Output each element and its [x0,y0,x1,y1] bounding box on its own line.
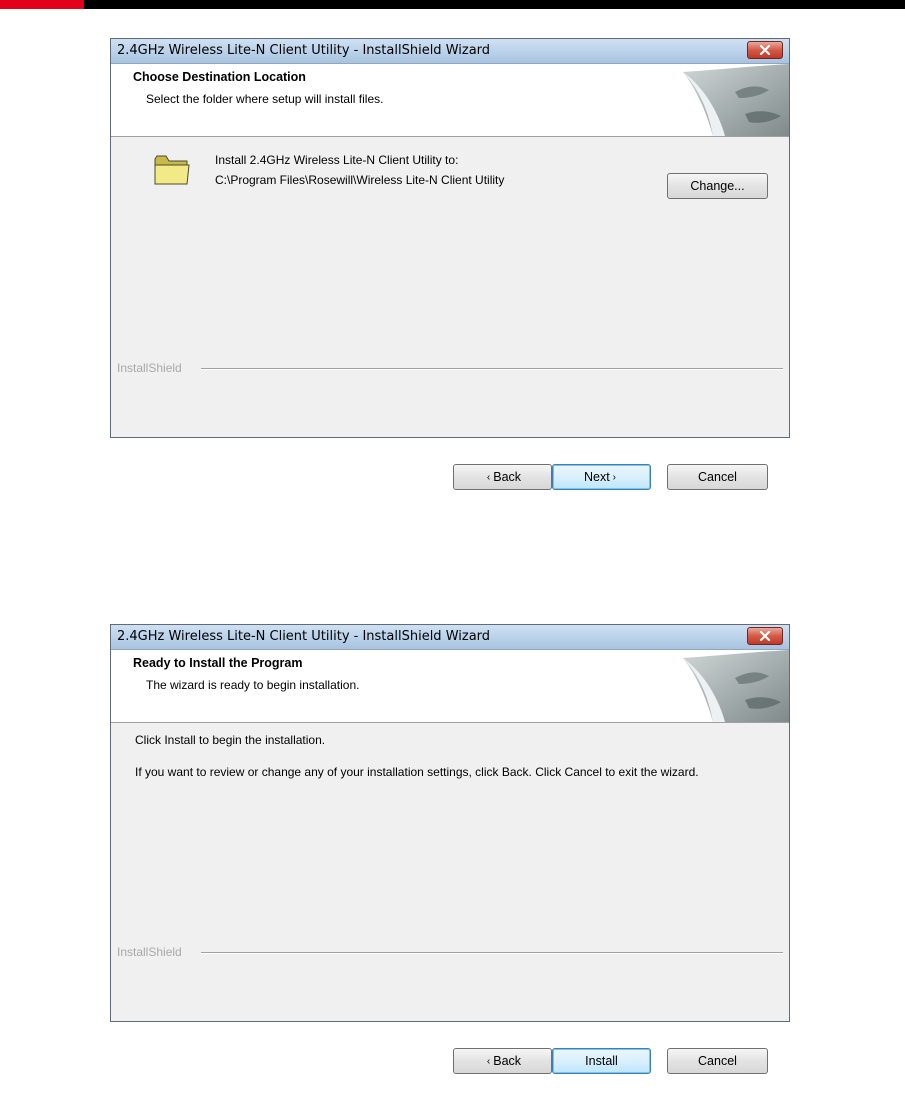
page-subheading: The wizard is ready to begin installatio… [146,678,360,692]
page-heading: Ready to Install the Program [133,656,303,670]
title-bar[interactable]: 2.4GHz Wireless Lite-N Client Utility - … [111,39,789,64]
change-button[interactable]: Change... [667,173,768,199]
cancel-button-label: Cancel [698,470,737,484]
back-button-label: Back [493,1054,522,1068]
header-accent [0,0,84,9]
page-header-band [0,0,905,9]
page-heading: Choose Destination Location [133,70,306,84]
cancel-button[interactable]: Cancel [667,464,768,490]
page-subheading: Select the folder where setup will insta… [146,92,384,106]
wizard-body: Install 2.4GHz Wireless Lite-N Client Ut… [111,137,789,377]
change-button-label: Change... [690,179,745,193]
cancel-button[interactable]: Cancel [667,1048,768,1074]
wizard-body: Click Install to begin the installation.… [111,723,789,961]
cancel-button-label: Cancel [698,1054,737,1068]
window-title: 2.4GHz Wireless Lite-N Client Utility - … [117,629,491,644]
back-button[interactable]: ‹ Back [453,464,552,490]
installshield-art-icon [683,650,789,722]
close-icon [759,631,771,641]
chevron-left-icon: ‹ [486,471,491,483]
separator-line [201,368,783,370]
wizard-header: Ready to Install the Program The wizard … [111,650,789,723]
install-button-label: Install [585,1054,618,1068]
wizard-dialog-destination: 2.4GHz Wireless Lite-N Client Utility - … [110,38,790,490]
brand-separator: InstallShield [111,361,789,377]
installshield-brand: InstallShield [117,361,190,375]
install-instruction: Click Install to begin the installation. [135,733,326,747]
close-button[interactable] [747,627,783,645]
install-button[interactable]: Install [552,1048,651,1074]
window-title: 2.4GHz Wireless Lite-N Client Utility - … [117,43,491,58]
close-button[interactable] [747,41,783,59]
review-instruction: If you want to review or change any of y… [135,765,699,779]
next-button-label: Next [583,470,610,484]
chevron-right-icon: › [612,471,617,483]
install-target-label: Install 2.4GHz Wireless Lite-N Client Ut… [215,153,459,167]
install-path: C:\Program Files\Rosewill\Wireless Lite-… [215,173,505,187]
installshield-art-icon [683,64,789,136]
wizard-header: Choose Destination Location Select the f… [111,64,789,137]
close-icon [759,45,771,55]
wizard-dialog-ready: 2.4GHz Wireless Lite-N Client Utility - … [110,624,790,1074]
next-button[interactable]: Next › [552,464,651,490]
title-bar[interactable]: 2.4GHz Wireless Lite-N Client Utility - … [111,625,789,650]
installshield-brand: InstallShield [117,945,190,959]
back-button[interactable]: ‹ Back [453,1048,552,1074]
brand-separator: InstallShield [111,945,789,961]
folder-icon [154,155,190,185]
back-button-label: Back [493,470,522,484]
chevron-left-icon: ‹ [486,1055,491,1067]
separator-line [201,952,783,954]
